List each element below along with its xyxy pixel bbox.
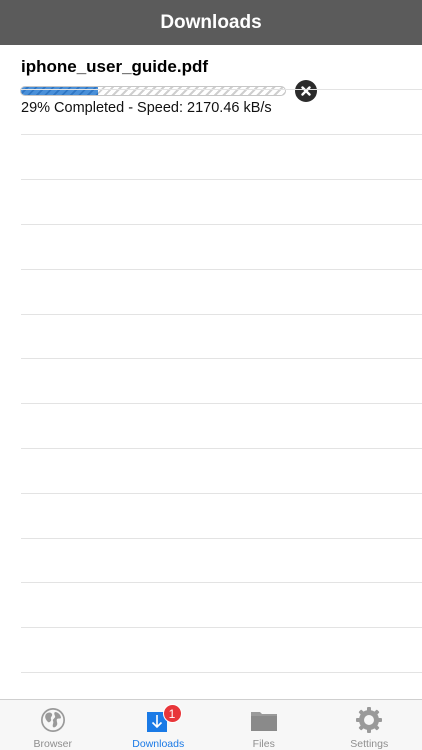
tab-label: Settings bbox=[350, 738, 389, 750]
cancel-download-button[interactable] bbox=[295, 80, 317, 102]
row-separator bbox=[21, 448, 422, 449]
downloads-list[interactable]: iphone_user_guide.pdf 29% Completed - Sp… bbox=[0, 45, 422, 699]
tab-label: Files bbox=[252, 738, 275, 750]
tab-files[interactable]: Files bbox=[211, 700, 317, 750]
gear-icon bbox=[356, 707, 383, 733]
tab-downloads[interactable]: 1 Downloads bbox=[106, 700, 212, 750]
close-icon bbox=[301, 86, 311, 96]
row-separator bbox=[21, 89, 422, 90]
progress-bar bbox=[20, 86, 286, 96]
globe-icon bbox=[40, 708, 65, 732]
tab-bar: Browser 1 Downloads Files Settings bbox=[0, 699, 422, 750]
row-separator bbox=[21, 493, 422, 494]
row-separator bbox=[21, 269, 422, 270]
row-separator bbox=[21, 179, 422, 180]
page-title: Downloads bbox=[160, 11, 262, 33]
tab-label: Downloads bbox=[132, 738, 185, 750]
tab-label: Browser bbox=[33, 738, 72, 750]
downloads-count-badge: 1 bbox=[162, 704, 182, 723]
folder-icon bbox=[250, 712, 277, 731]
row-separator bbox=[21, 358, 422, 359]
row-separator bbox=[21, 672, 422, 673]
navigation-bar: Downloads bbox=[0, 0, 422, 45]
row-separator bbox=[21, 134, 422, 135]
file-name: iphone_user_guide.pdf bbox=[21, 57, 209, 76]
tab-browser[interactable]: Browser bbox=[0, 700, 106, 750]
row-separator bbox=[21, 582, 422, 583]
row-separator bbox=[21, 224, 422, 225]
row-separator bbox=[21, 627, 422, 628]
download-status: 29% Completed - Speed: 2170.46 kB/s bbox=[21, 100, 272, 116]
tab-settings[interactable]: Settings bbox=[317, 700, 422, 750]
row-separator bbox=[21, 314, 422, 315]
row-separator bbox=[21, 403, 422, 404]
row-separator bbox=[21, 538, 422, 539]
